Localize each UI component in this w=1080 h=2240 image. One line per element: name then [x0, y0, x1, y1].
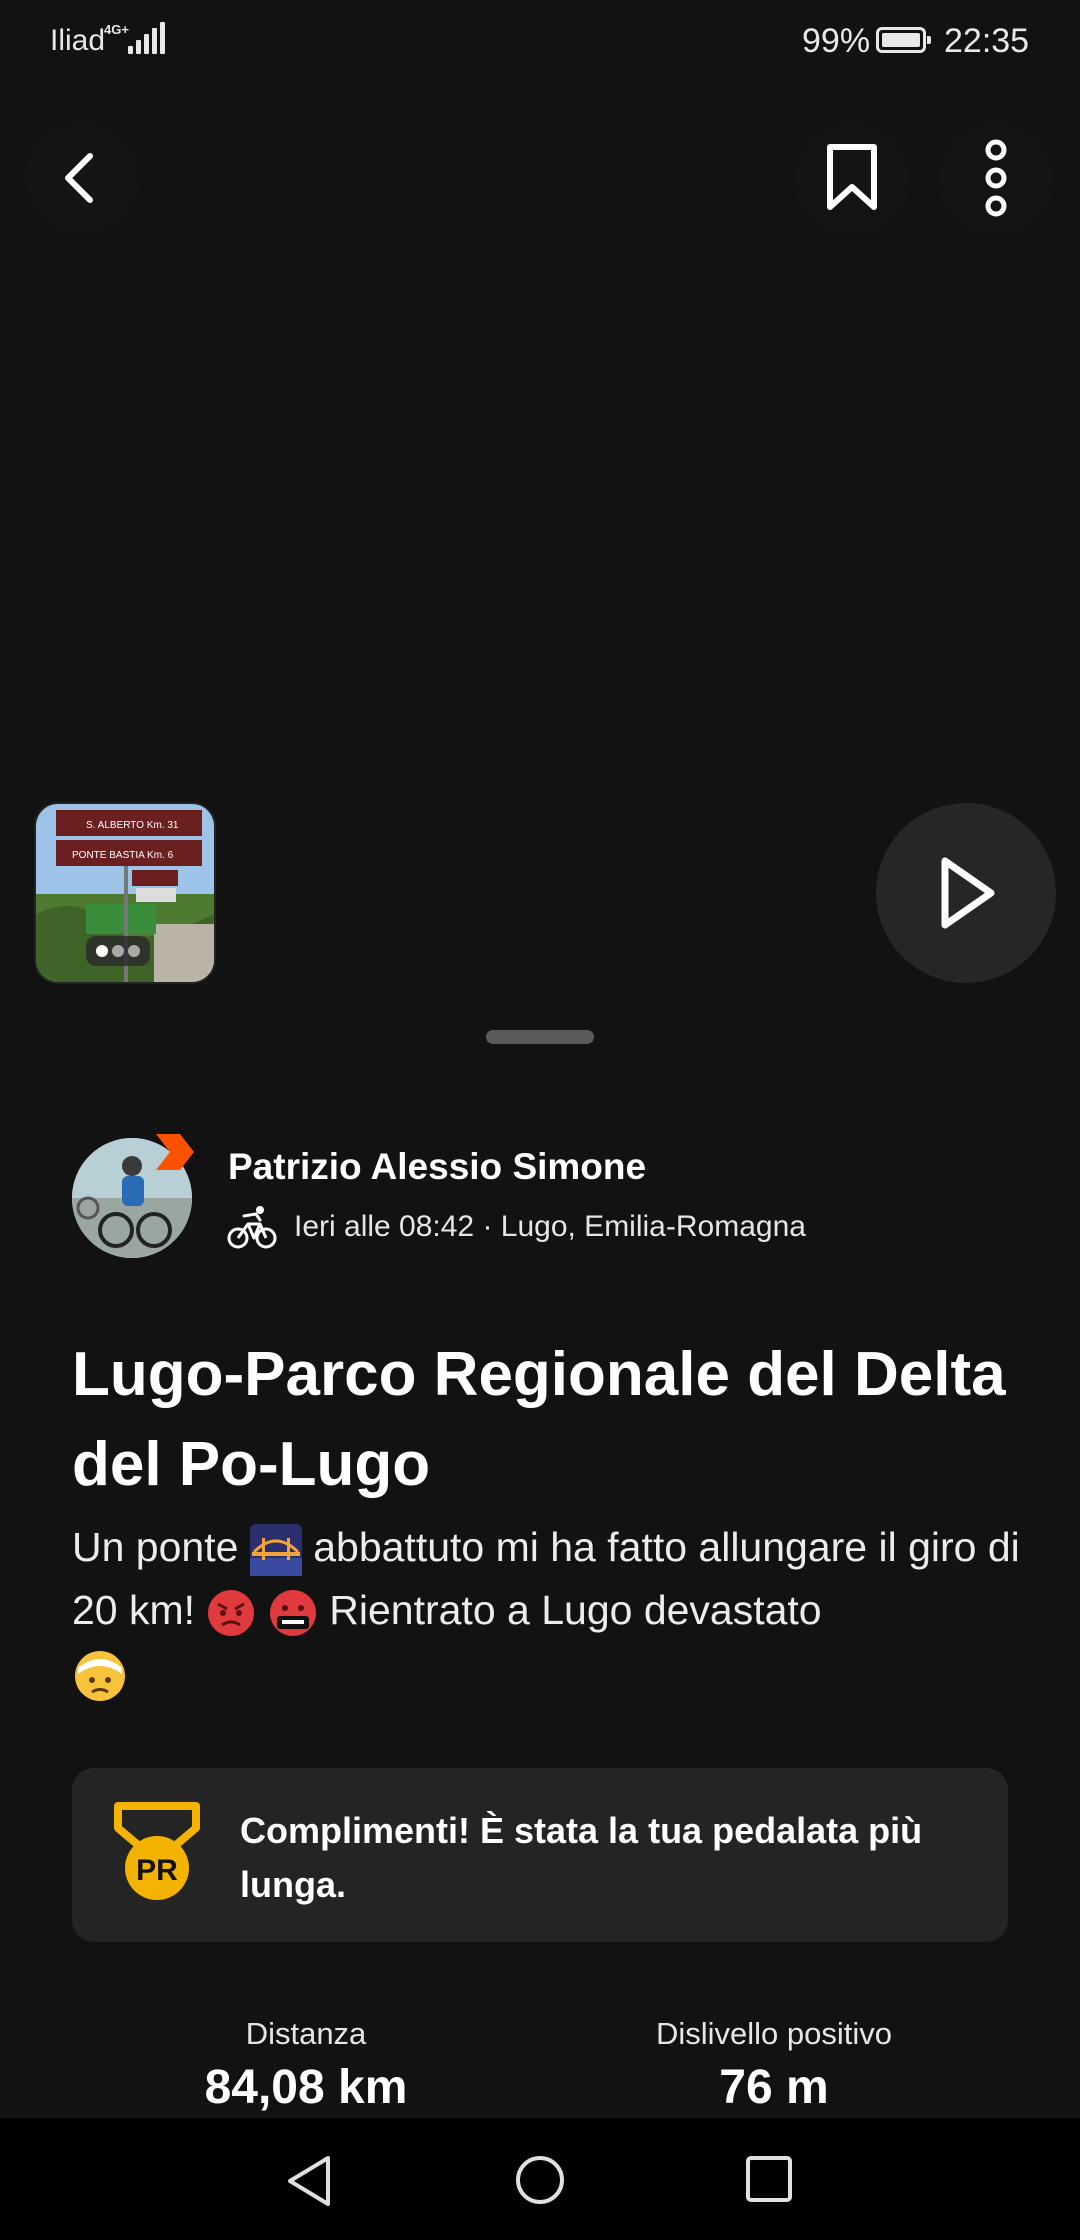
- athlete-name[interactable]: Patrizio Alessio Simone: [228, 1146, 646, 1188]
- activity-title: Lugo-Parco Regionale del Delta del Po-Lu…: [72, 1340, 1006, 1499]
- pr-medal-icon: PR: [114, 1802, 200, 1900]
- sign-line-1: S. ALBERTO Km. 31: [86, 820, 179, 831]
- stat-elevation: Dislivello positivo 76 m: [594, 2016, 954, 2115]
- stat-value: 84,08 km: [204, 2061, 408, 2114]
- nav-home-icon[interactable]: [514, 2154, 566, 2206]
- achievement-text: Complimenti! È stata la tua pedalata più…: [240, 1810, 923, 1905]
- battery-icon: [876, 27, 931, 53]
- back-icon: [65, 153, 93, 203]
- activity-description: Un ponte abbattuto mi ha fatto allungare…: [72, 1516, 1032, 1705]
- carrier-label: Iliad: [50, 24, 106, 57]
- battery-percent: 99%: [802, 22, 871, 60]
- stat-label: Distanza: [245, 2016, 367, 2051]
- activity-date-location: Ieri alle 08:42 · Lugo, Emilia-Romagna: [294, 1210, 806, 1243]
- bridge-emoji-icon: [249, 1524, 302, 1577]
- network-type: 4G+: [104, 22, 129, 37]
- angry-face-emoji-icon: [208, 1590, 255, 1637]
- nav-back-icon[interactable]: [284, 2154, 334, 2208]
- sheet-drag-handle[interactable]: [486, 1030, 594, 1044]
- more-options-button[interactable]: [938, 120, 1054, 236]
- play-icon: [941, 857, 995, 929]
- injured-face-emoji-icon: [75, 1651, 125, 1702]
- svg-text:PR: PR: [136, 1854, 178, 1887]
- clock: 22:35: [944, 22, 1030, 60]
- cursing-face-emoji-icon: [269, 1590, 316, 1637]
- nav-recents-icon[interactable]: [744, 2154, 794, 2204]
- play-flyover-button[interactable]: [876, 803, 1056, 983]
- status-bar: Iliad 4G+ 99% 22:35: [0, 0, 1080, 80]
- system-nav-bar: [0, 2118, 1080, 2240]
- more-vertical-icon: [985, 139, 1007, 217]
- stat-value: 76 m: [719, 2061, 829, 2114]
- subscriber-badge-icon: [156, 1134, 194, 1170]
- activity-meta: Ieri alle 08:42 · Lugo, Emilia-Romagna: [226, 1202, 806, 1252]
- athlete-avatar[interactable]: [72, 1134, 194, 1258]
- back-button[interactable]: [24, 120, 140, 236]
- description-text-3: Rientrato a Lugo devastato: [329, 1587, 822, 1633]
- stat-label: Dislivello positivo: [655, 2016, 893, 2051]
- save-button[interactable]: [794, 120, 910, 236]
- signal-icon: [128, 22, 165, 54]
- photo-thumbnail[interactable]: S. ALBERTO Km. 31 PONTE BASTIA Km. 6: [36, 804, 214, 982]
- description-text-1: Un ponte: [72, 1524, 239, 1570]
- sign-line-2: PONTE BASTIA Km. 6: [72, 850, 174, 861]
- stat-distance: Distanza 84,08 km: [136, 2016, 476, 2115]
- achievement-card[interactable]: PR Complimenti! È stata la tua pedalata …: [72, 1768, 1008, 1942]
- bookmark-icon: [827, 144, 877, 210]
- bike-icon: [227, 1206, 277, 1249]
